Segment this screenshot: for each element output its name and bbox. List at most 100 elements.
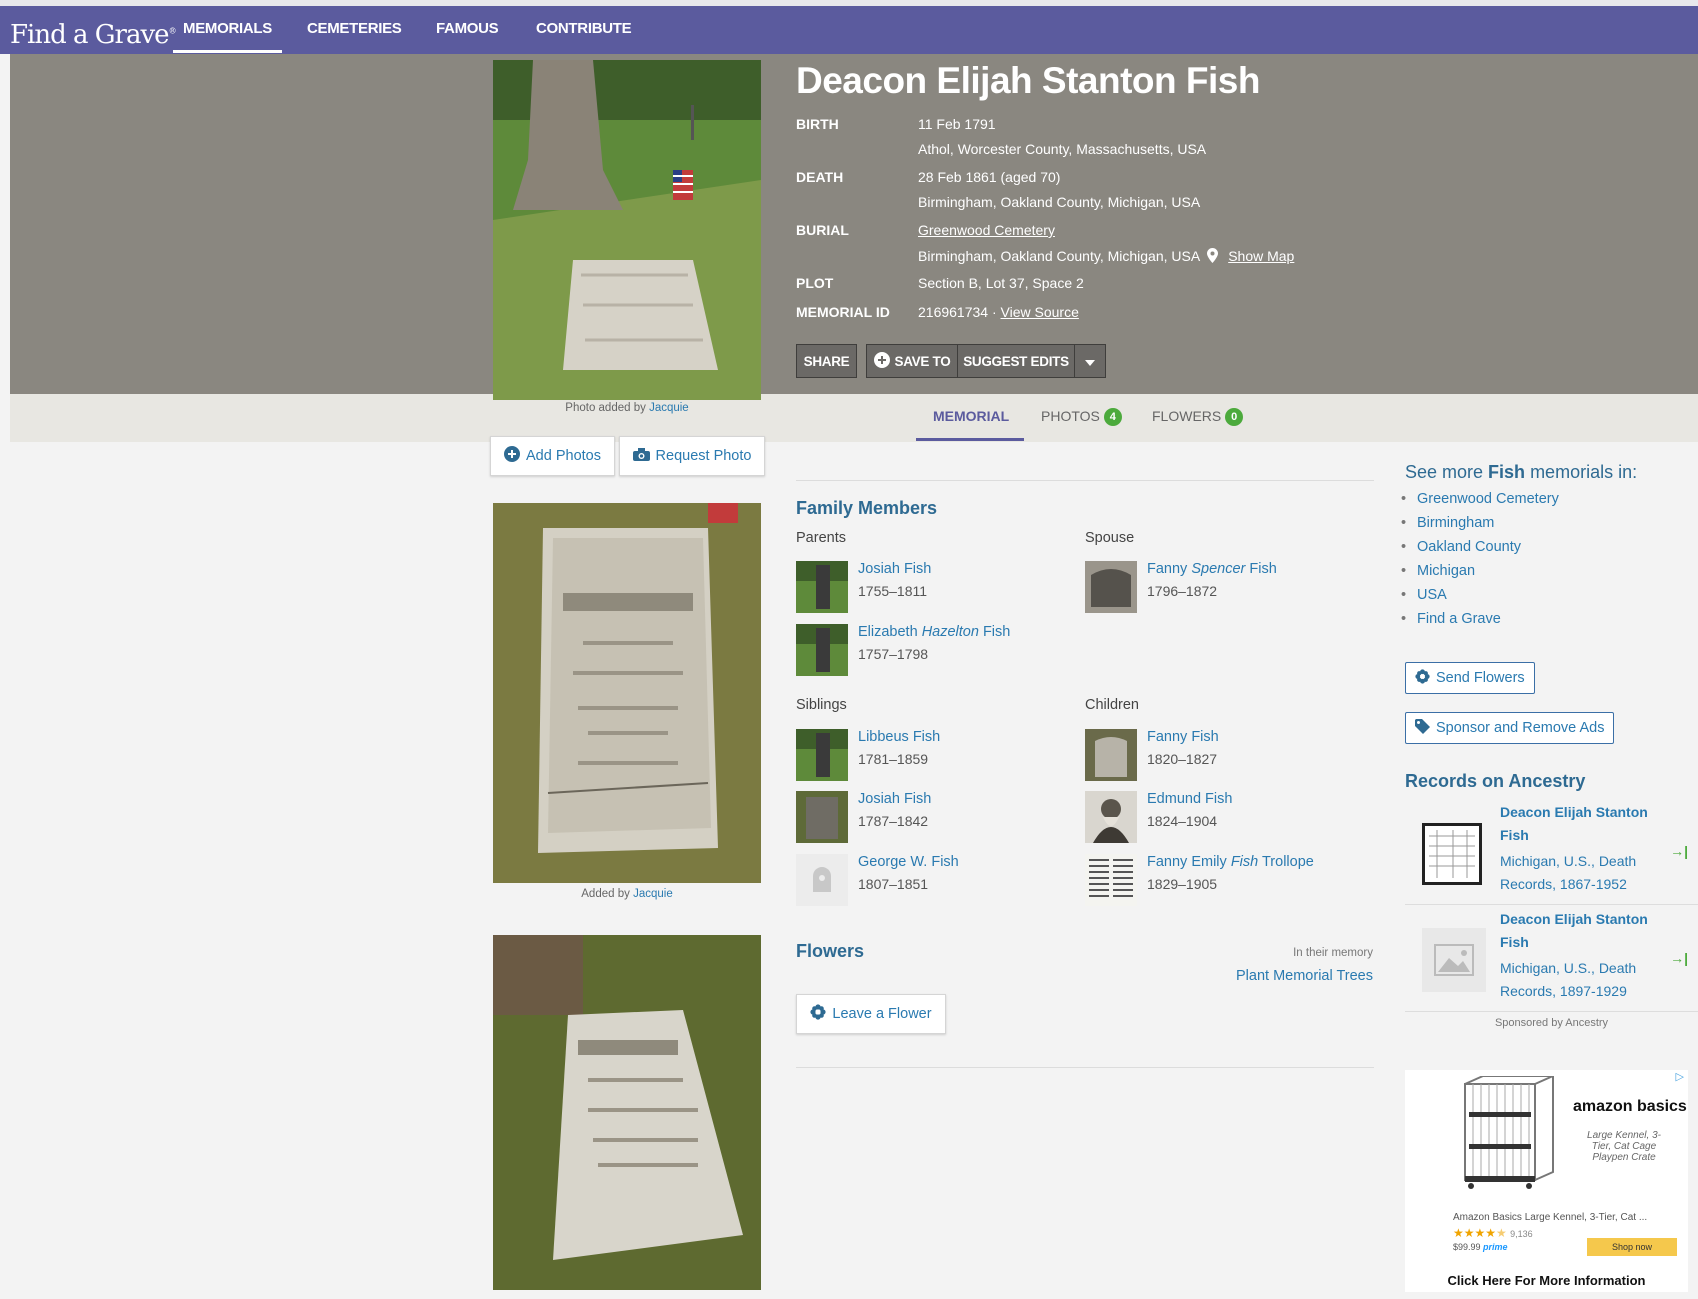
nav-memorials[interactable]: MEMORIALS	[173, 20, 282, 53]
active-tab-indicator	[916, 438, 1024, 441]
member-years: 1824–1904	[1147, 813, 1218, 829]
main-grave-photo[interactable]	[493, 60, 761, 400]
send-flowers-label: Send Flowers	[1436, 670, 1525, 686]
plus-circle-icon	[504, 446, 520, 466]
member-name: Fanny Emily Fish Trollope	[1147, 854, 1314, 870]
nav-famous[interactable]: FAMOUS	[436, 20, 499, 37]
plot-label: PLOT	[796, 275, 834, 291]
member-photo	[796, 791, 848, 843]
more-actions-button[interactable]	[1074, 344, 1106, 378]
leave-a-flower-label: Leave a Flower	[832, 1006, 932, 1022]
record-thumbnail	[1422, 823, 1482, 885]
see-more-prefix: See more	[1405, 462, 1489, 482]
member-name: Edmund Fish	[1147, 791, 1233, 807]
ad-product-image	[1445, 1075, 1555, 1192]
family-member-child[interactable]: Fanny Fish 1820–1827	[1085, 729, 1365, 785]
member-photo	[796, 561, 848, 613]
member-name: Fanny Spencer Fish	[1147, 561, 1277, 577]
death-date: 28 Feb 1861 (aged 70)	[918, 169, 1061, 185]
memorial-id-row: 216961734 · View Source	[918, 299, 1079, 325]
plant-memorial-trees-link[interactable]: Plant Memorial Trees	[1236, 968, 1373, 984]
ancestry-record[interactable]: Deacon Elijah Stanton Fish Michigan, U.S…	[1405, 801, 1698, 905]
member-photo	[1085, 561, 1137, 613]
family-member-parent[interactable]: Josiah Fish 1755–1811	[796, 561, 1076, 617]
caption-user-link[interactable]: Jacquie	[649, 402, 689, 414]
family-member-sibling[interactable]: Josiah Fish 1787–1842	[796, 791, 1076, 847]
see-more-title: See more Fish memorials in:	[1405, 462, 1637, 483]
see-more-link[interactable]: Greenwood Cemetery	[1401, 491, 1559, 515]
family-member-sibling[interactable]: George W. Fish 1807–1851	[796, 854, 1076, 910]
siblings-label: Siblings	[796, 697, 847, 713]
flower-icon	[810, 1004, 827, 1024]
caption-prefix: Added by	[581, 888, 630, 900]
advertisement[interactable]: ▷ amazon basics Large Kennel, 3-Tier, Ca…	[1405, 1070, 1688, 1292]
member-years: 1757–1798	[858, 646, 929, 662]
ad-more-info-link[interactable]: Click Here For More Information	[1405, 1273, 1688, 1288]
show-map-link[interactable]: Show Map	[1228, 248, 1294, 264]
see-more-link[interactable]: Birmingham	[1401, 515, 1559, 539]
add-photos-button[interactable]: Add Photos	[490, 436, 615, 476]
ad-shop-now-button[interactable]: Shop now	[1587, 1238, 1677, 1256]
burial-cemetery-link[interactable]: Greenwood Cemetery	[918, 222, 1055, 238]
see-more-link[interactable]: USA	[1401, 587, 1559, 611]
member-years: 1820–1827	[1147, 751, 1218, 767]
caret-down-icon	[1085, 354, 1095, 369]
caption-user-link[interactable]: Jacquie	[633, 888, 673, 900]
request-photo-button[interactable]: Request Photo	[619, 436, 765, 476]
record-title: Deacon Elijah Stanton Fish	[1500, 911, 1648, 950]
family-members-title: Family Members	[796, 498, 938, 518]
suggest-edits-button[interactable]: SUGGEST EDITS	[957, 344, 1075, 378]
see-more-link[interactable]: Find a Grave	[1401, 611, 1559, 635]
find-a-grave-logo[interactable]: Find a Grave®	[10, 20, 177, 50]
grave-photo-2[interactable]	[493, 503, 761, 883]
memorial-header	[10, 54, 1698, 394]
tab-memorial[interactable]: MEMORIAL	[933, 408, 1009, 424]
member-photo	[1085, 791, 1137, 843]
tag-icon	[1415, 718, 1430, 738]
photos-count-badge: 4	[1103, 408, 1122, 427]
ancestry-arrow-icon: →|	[1670, 950, 1688, 966]
sponsor-label: Sponsor and Remove Ads	[1436, 720, 1605, 736]
ancestry-record[interactable]: Deacon Elijah Stanton Fish Michigan, U.S…	[1405, 908, 1698, 1012]
sponsor-remove-ads-button[interactable]: Sponsor and Remove Ads	[1405, 712, 1615, 744]
nav-contribute[interactable]: CONTRIBUTE	[536, 20, 632, 37]
family-member-parent[interactable]: Elizabeth Hazelton Fish 1757–1798	[796, 624, 1076, 680]
member-name: Josiah Fish	[858, 791, 932, 807]
burial-place: Birmingham, Oakland County, Michigan, US…	[918, 248, 1200, 264]
see-more-surname: Fish	[1488, 462, 1526, 482]
member-name: Libbeus Fish	[858, 729, 941, 745]
flower-icon	[1415, 668, 1430, 688]
family-member-spouse[interactable]: Fanny Spencer Fish 1796–1872	[1085, 561, 1365, 617]
member-name: Elizabeth Hazelton Fish	[858, 624, 1011, 640]
nav-cemeteries[interactable]: CEMETERIES	[307, 20, 402, 37]
flowers-count-badge: 0	[1225, 408, 1244, 427]
record-source: Michigan, U.S., Death Records, 1867-1952	[1500, 853, 1637, 892]
plot-value: Section B, Lot 37, Space 2	[918, 275, 1084, 291]
see-more-link[interactable]: Michigan	[1401, 563, 1559, 587]
ad-prime-badge: prime	[1483, 1242, 1508, 1252]
tab-photos[interactable]: PHOTOS 4	[1041, 408, 1122, 427]
send-flowers-button[interactable]: Send Flowers	[1405, 662, 1535, 694]
view-source-link[interactable]: View Source	[1001, 304, 1079, 320]
grave-photo-3[interactable]	[493, 935, 761, 1290]
see-more-link[interactable]: Oakland County	[1401, 539, 1559, 563]
ad-product-blurb: Large Kennel, 3-Tier, Cat Cage Playpen C…	[1587, 1130, 1661, 1163]
caption-prefix: Photo added by	[565, 402, 646, 414]
save-to-button[interactable]: SAVE TO	[866, 344, 958, 378]
tab-flowers-label: FLOWERS	[1152, 408, 1222, 424]
family-member-child[interactable]: Fanny Emily Fish Trollope 1829–1905	[1085, 854, 1365, 910]
tab-flowers[interactable]: FLOWERS 0	[1152, 408, 1244, 427]
leave-a-flower-button[interactable]: Leave a Flower	[796, 994, 946, 1034]
camera-icon	[632, 447, 650, 465]
birth-label: BIRTH	[796, 116, 839, 132]
image-placeholder-icon	[1422, 928, 1486, 992]
family-member-sibling[interactable]: Libbeus Fish 1781–1859	[796, 729, 1076, 785]
share-button[interactable]: SHARE	[796, 344, 857, 378]
sponsored-by-label: Sponsored by Ancestry	[1494, 1017, 1609, 1029]
plus-circle-icon	[873, 351, 890, 371]
logo-registered-mark: ®	[168, 26, 177, 36]
ad-choices-icon[interactable]: ▷	[1676, 1070, 1684, 1083]
in-their-memory-label: In their memory	[1293, 947, 1373, 959]
family-member-child[interactable]: Edmund Fish 1824–1904	[1085, 791, 1365, 847]
birth-place: Athol, Worcester County, Massachusetts, …	[918, 141, 1207, 157]
